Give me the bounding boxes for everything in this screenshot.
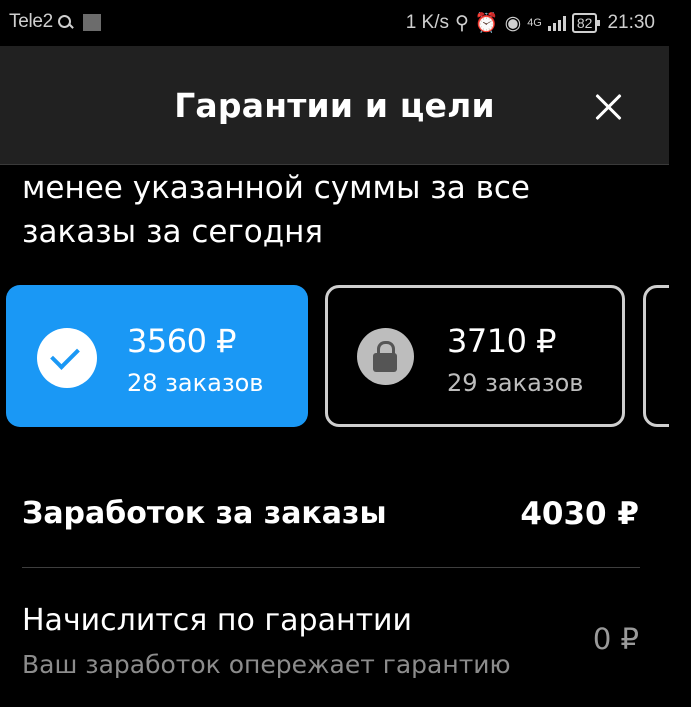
header: Гарантии и цели <box>0 46 669 165</box>
description-line: менее указанной суммы за все <box>22 170 530 206</box>
goal-description: менее указанной суммы за все заказы за с… <box>22 166 662 254</box>
check-icon <box>37 328 97 388</box>
goal-orders: 29 заказов <box>447 369 584 397</box>
carrier-name: Tele2 <box>9 11 53 32</box>
goal-amount: 3560 ₽ <box>127 322 236 360</box>
goal-orders: 28 заказов <box>127 369 264 397</box>
network-speed: 1 K/s <box>405 12 449 33</box>
guarantee-label: Начислится по гарантии <box>22 603 413 638</box>
guarantee-subtitle: Ваш заработок опережает гарантию <box>22 650 511 679</box>
guarantee-value: 0 ₽ <box>592 622 639 656</box>
eye-icon: ◉ <box>504 12 522 34</box>
goal-amount: 3710 ₽ <box>447 322 556 360</box>
lock-icon <box>357 328 414 385</box>
status-bar: Tele2 1 K/s ⚲ ⏰ ◉ 4G 82 21:30 <box>0 0 691 46</box>
network-type: 4G <box>527 17 542 29</box>
right-edge <box>669 46 691 707</box>
goal-card-locked[interactable]: 3710 ₽ 29 заказов <box>325 285 625 427</box>
notification-thumbnail-icon <box>82 13 101 31</box>
earnings-value: 4030 ₽ <box>520 496 639 532</box>
battery-icon: 82 <box>571 13 600 33</box>
description-line: заказы за сегодня <box>22 214 324 250</box>
signal-icon <box>547 15 566 31</box>
status-bar-left: Tele2 <box>9 11 101 33</box>
clock: 21:30 <box>607 12 655 33</box>
alarm-icon: ⏰ <box>474 13 499 34</box>
search-icon <box>57 14 73 30</box>
divider <box>22 567 640 568</box>
goal-card-achieved[interactable]: 3560 ₽ 28 заказов <box>6 285 308 427</box>
page-title: Гарантии и цели <box>174 86 495 125</box>
status-bar-right: 1 K/s ⚲ ⏰ ◉ 4G 82 21:30 <box>406 11 655 35</box>
earnings-label: Заработок за заказы <box>22 496 387 531</box>
location-icon: ⚲ <box>455 12 469 34</box>
close-icon[interactable] <box>590 88 628 126</box>
